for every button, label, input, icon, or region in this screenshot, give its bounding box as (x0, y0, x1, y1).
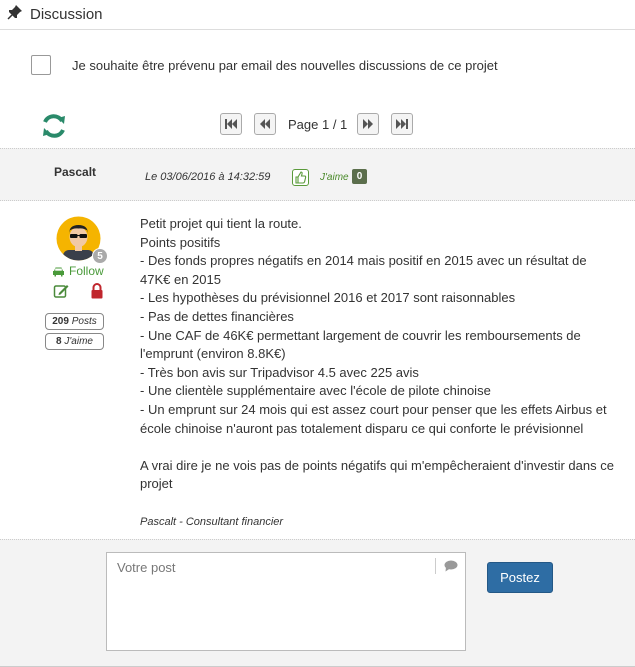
comment-icon[interactable] (444, 560, 458, 572)
post-signature: Pascalt - Consultant financier (140, 516, 284, 528)
like-button[interactable] (292, 169, 309, 186)
reply-textarea[interactable]: Votre post (106, 552, 466, 651)
post-blank-line (140, 438, 620, 457)
post-line: Petit projet qui tient la route. (140, 216, 302, 231)
post-date: Le 03/06/2016 à 14:32:59 (145, 171, 271, 183)
edit-icon[interactable] (53, 283, 69, 299)
notify-row: Je souhaite être prévenu par email des n… (31, 55, 621, 77)
previous-page-button[interactable] (254, 113, 276, 135)
post-line: - Un emprunt sur 24 mois qui est assez c… (140, 401, 607, 436)
pin-icon (7, 5, 22, 20)
discussion-header: Discussion (0, 0, 635, 30)
lock-icon[interactable] (90, 283, 104, 299)
page-indicator: Page 1 / 1 (288, 117, 348, 132)
header-title: Discussion (30, 6, 103, 23)
thumbs-up-icon (295, 171, 307, 184)
notify-label: Je souhaite être prévenu par email des n… (72, 58, 498, 73)
notify-checkbox[interactable] (31, 55, 51, 75)
likes-count: 8 (56, 336, 62, 347)
submit-post-button[interactable]: Postez (487, 562, 553, 593)
follow-button[interactable]: Follow (52, 264, 104, 278)
like-label: J'aime (320, 172, 349, 183)
post-line: - Pas de dettes financières (140, 308, 294, 324)
reply-divider (435, 558, 436, 574)
follow-label: Follow (69, 264, 104, 278)
post-line: - Des fonds propres négatifs en 2014 mai… (140, 253, 587, 287)
posts-label: Posts (71, 316, 97, 327)
last-page-button[interactable] (391, 113, 413, 135)
posts-count: 209 (52, 316, 69, 327)
car-icon (53, 267, 64, 277)
post-line: - Très bon avis sur Tripadvisor 4.5 avec… (140, 364, 419, 380)
post-line: Points positifs (140, 234, 221, 250)
next-page-button[interactable] (357, 113, 379, 135)
last-page-icon (396, 119, 408, 129)
reply-area: Votre post Postez (0, 539, 635, 667)
first-page-button[interactable] (220, 113, 242, 135)
refresh-icon[interactable] (40, 112, 68, 140)
likes-count-box: 8 J'aime (45, 333, 104, 350)
next-page-icon (363, 119, 373, 129)
pagination: Page 1 / 1 (220, 113, 420, 137)
post-line: - Une CAF de 46K€ permettant largement d… (140, 327, 581, 362)
post-line: - Une clientèle supplémentaire avec l'éc… (140, 383, 491, 399)
post-author[interactable]: Pascalt (54, 165, 96, 179)
level-badge: 5 (92, 248, 108, 264)
posts-count-box: 209 Posts (45, 313, 104, 330)
post-line: A vrai dire je ne vois pas de points nég… (140, 457, 614, 492)
like-count: 0 (352, 169, 367, 184)
post-header: Pascalt Le 03/06/2016 à 14:32:59 J'aime … (0, 148, 635, 201)
post-line: - Les hypothèses du prévisionnel 2016 et… (140, 290, 516, 306)
likes-label: J'aime (64, 336, 93, 347)
reply-placeholder: Votre post (117, 560, 176, 575)
previous-page-icon (260, 119, 270, 129)
first-page-icon (225, 119, 237, 129)
post-body: Petit projet qui tient la route. Points … (140, 215, 620, 494)
